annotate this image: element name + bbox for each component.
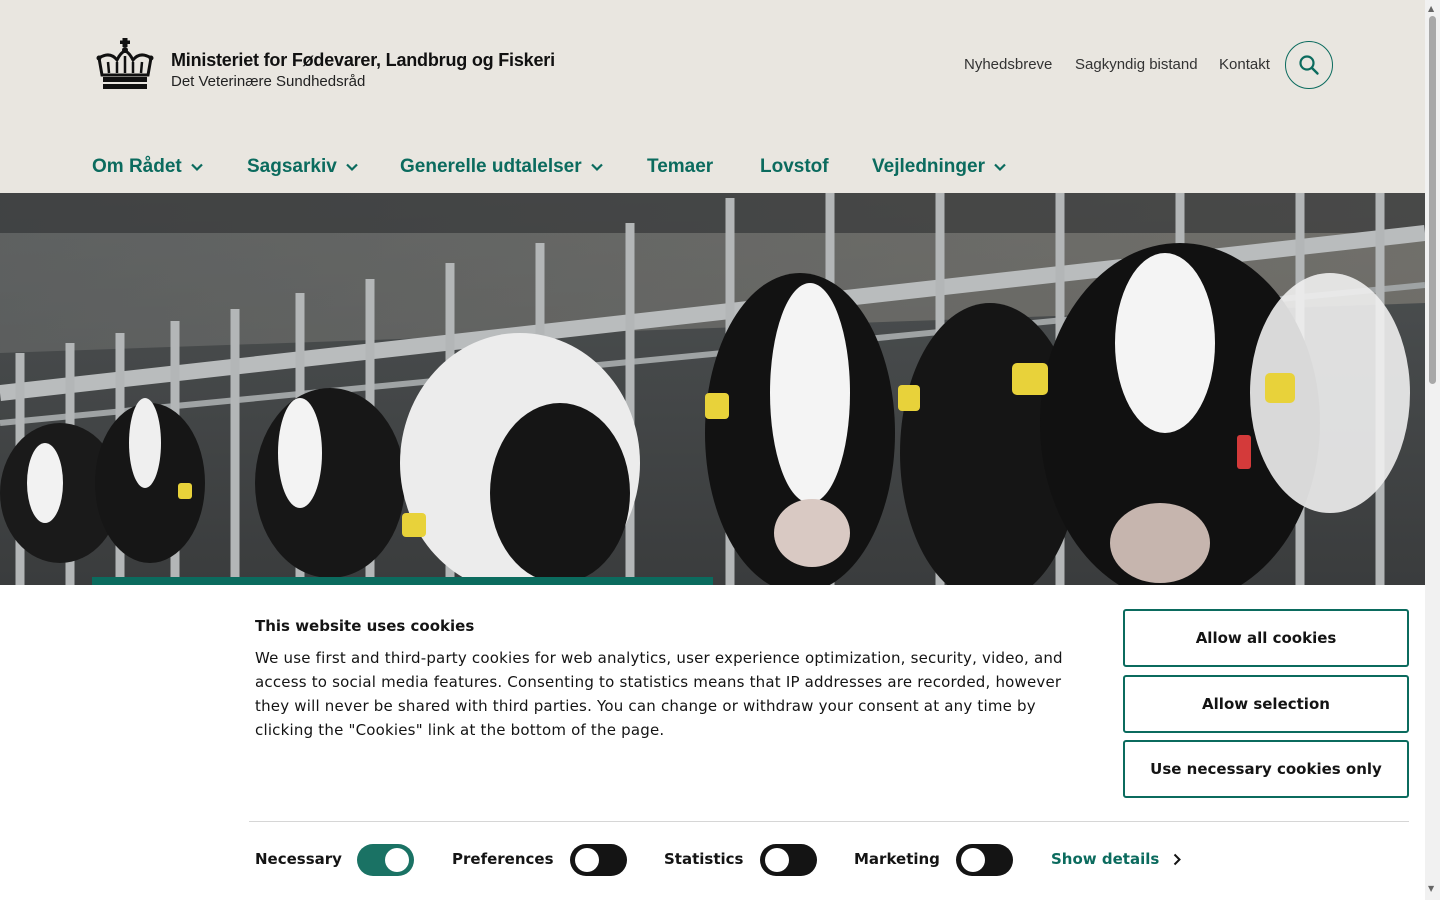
- chevron-down-icon: [346, 163, 358, 172]
- toggle-knob: [575, 848, 599, 872]
- marketing-toggle[interactable]: [956, 844, 1013, 876]
- site-header: Ministeriet for Fødevarer, Landbrug og F…: [0, 0, 1425, 193]
- hero-cows-illustration: [0, 193, 1425, 585]
- statistics-toggle[interactable]: [760, 844, 817, 876]
- main-nav-label: Om Rådet: [92, 156, 182, 177]
- main-nav-sagsarkiv[interactable]: Sagsarkiv: [247, 156, 359, 178]
- preferences-toggle[interactable]: [570, 844, 627, 876]
- main-nav-temaer[interactable]: Temaer: [647, 156, 713, 178]
- main-nav-generelle-udtalelser[interactable]: Generelle udtalelser: [400, 156, 604, 178]
- show-details-label: Show details: [1051, 850, 1160, 868]
- nav-link-kontakt[interactable]: Kontakt: [1219, 56, 1270, 73]
- nav-link-sagkyndig-bistand[interactable]: Sagkyndig bistand: [1075, 56, 1198, 73]
- toggle-label-necessary: Necessary: [255, 850, 342, 868]
- toggle-knob: [765, 848, 789, 872]
- search-button[interactable]: [1285, 41, 1333, 89]
- necessary-toggle[interactable]: [357, 844, 414, 876]
- main-nav-label: Temaer: [647, 156, 714, 177]
- main-nav-om-raadet[interactable]: Om Rådet: [92, 156, 204, 178]
- hero-accent-bar: [92, 577, 713, 585]
- necessary-cookies-only-button[interactable]: Use necessary cookies only: [1123, 740, 1409, 798]
- allow-all-cookies-button[interactable]: Allow all cookies: [1123, 609, 1409, 667]
- crown-icon[interactable]: [96, 38, 154, 90]
- cookie-divider: [249, 821, 1409, 822]
- chevron-right-icon: [1174, 853, 1182, 865]
- nav-link-nyhedsbreve[interactable]: Nyhedsbreve: [964, 56, 1052, 73]
- toggle-label-marketing: Marketing: [854, 850, 940, 868]
- main-nav-lovstof[interactable]: Lovstof: [760, 156, 829, 178]
- scrollbar-thumb[interactable]: [1429, 16, 1436, 384]
- toggle-knob: [961, 848, 985, 872]
- show-details-link[interactable]: Show details: [1051, 850, 1182, 868]
- toggle-label-preferences: Preferences: [452, 850, 554, 868]
- allow-selection-button[interactable]: Allow selection: [1123, 675, 1409, 733]
- chevron-down-icon: [590, 163, 603, 172]
- main-nav-label: Vejledninger: [872, 156, 985, 177]
- chevron-down-icon: [994, 163, 1006, 172]
- toggle-label-statistics: Statistics: [664, 850, 744, 868]
- scroll-down-arrow-icon[interactable]: ▼: [1428, 884, 1434, 893]
- search-icon: [1299, 55, 1319, 75]
- main-nav-label: Generelle udtalelser: [400, 156, 582, 177]
- cookie-banner-title: This website uses cookies: [255, 617, 475, 635]
- cookie-banner-text: We use first and third-party cookies for…: [255, 649, 1063, 739]
- chevron-down-icon: [190, 163, 203, 172]
- scroll-up-arrow-icon[interactable]: ▲: [1428, 4, 1434, 13]
- hero-image: [0, 193, 1425, 585]
- brand-title[interactable]: Ministeriet for Fødevarer, Landbrug og F…: [171, 50, 555, 71]
- main-nav-vejledninger[interactable]: Vejledninger: [872, 156, 1007, 178]
- main-nav-label: Lovstof: [760, 156, 829, 177]
- main-nav-label: Sagsarkiv: [247, 156, 337, 177]
- brand-subtitle[interactable]: Det Veterinære Sundhedsråd: [171, 73, 365, 90]
- toggle-knob: [385, 848, 409, 872]
